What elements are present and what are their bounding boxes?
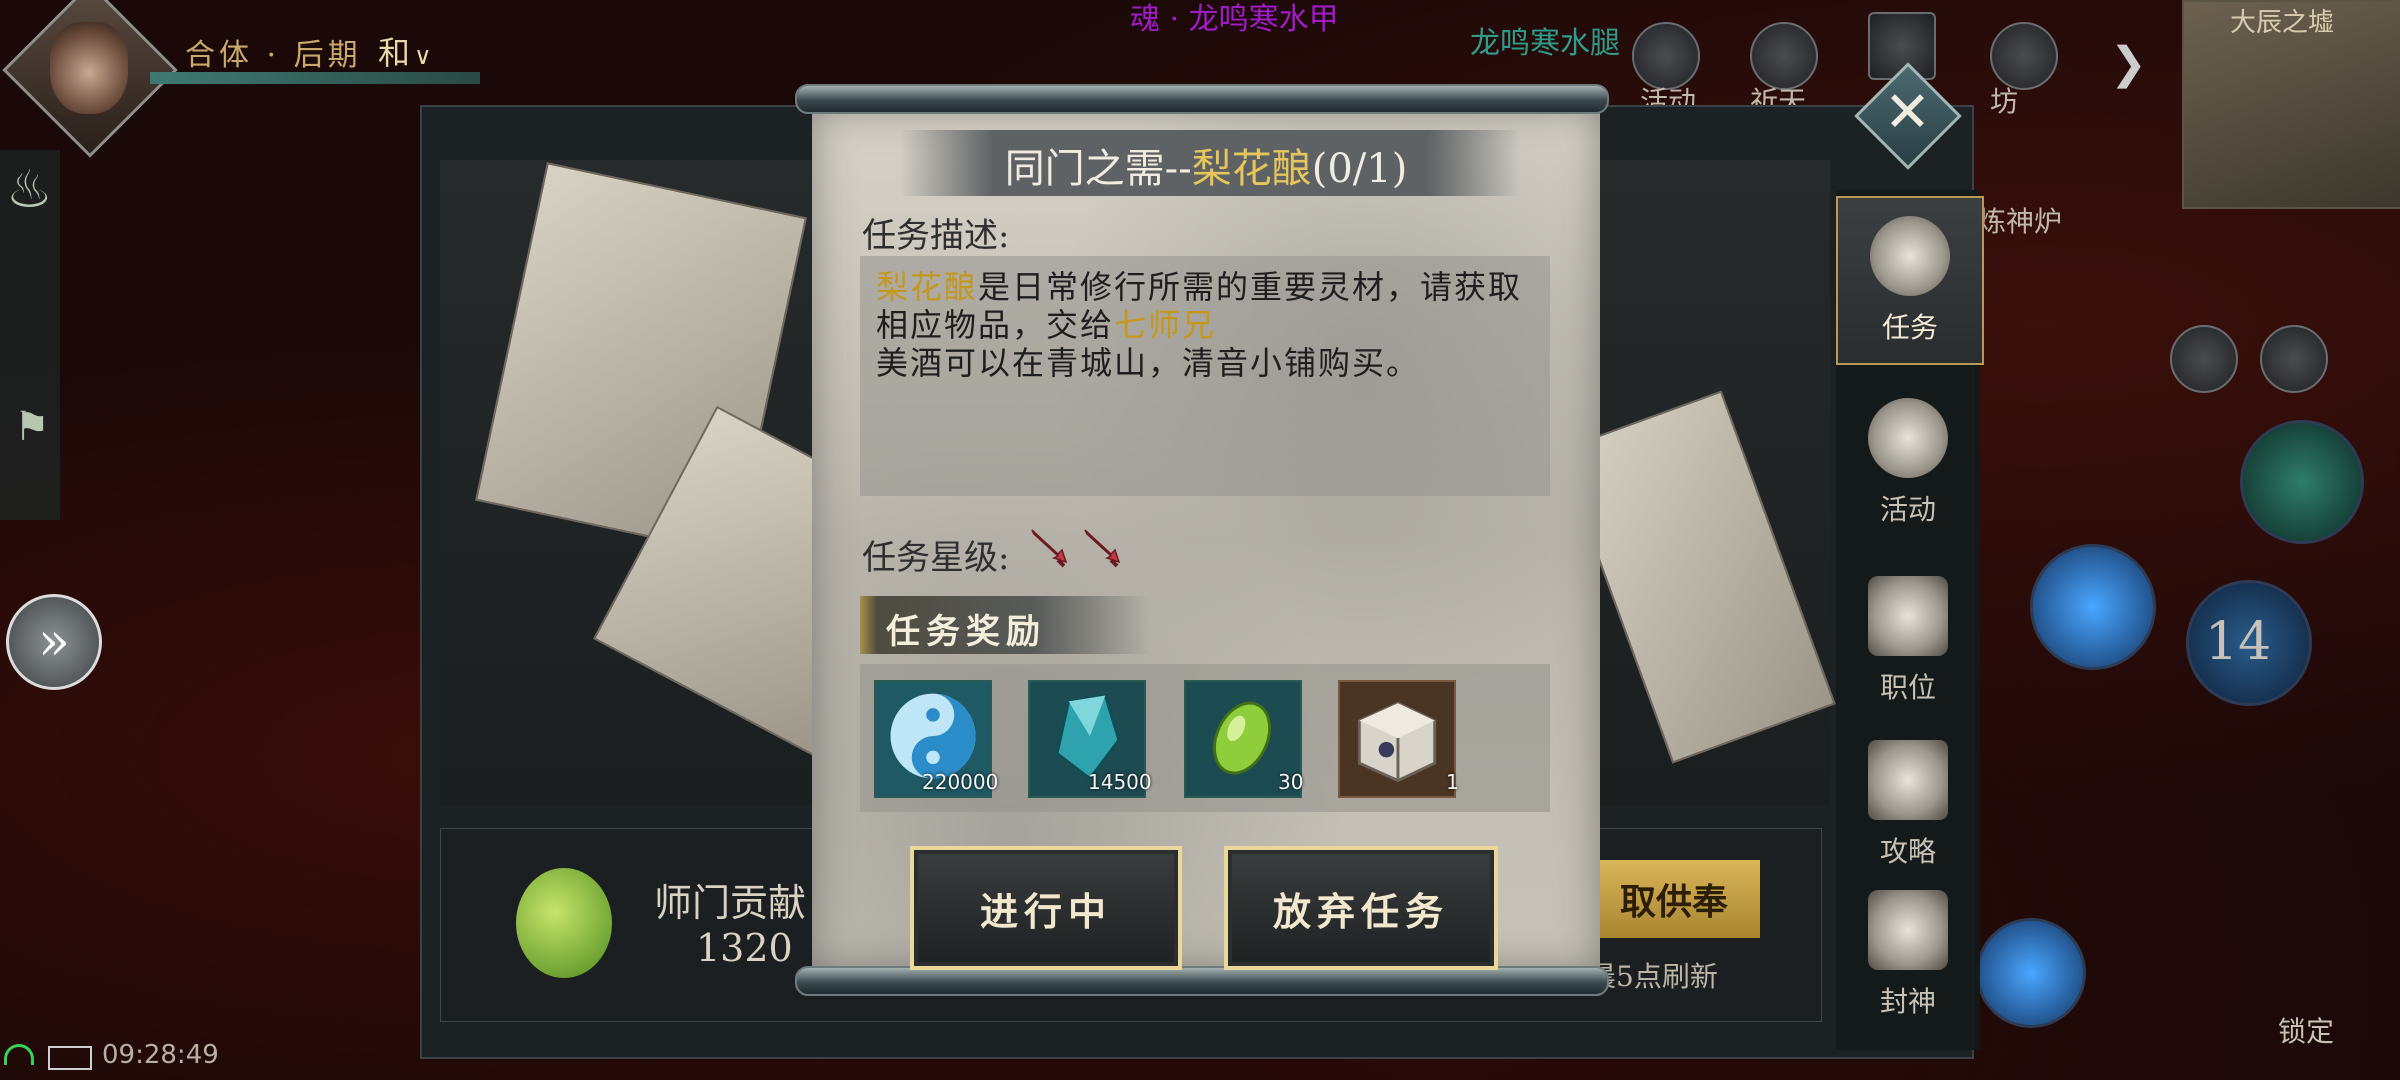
skill-cooldown: 14 bbox=[2205, 612, 2272, 672]
reward-item-4[interactable] bbox=[1338, 680, 1456, 798]
task-icon bbox=[1870, 215, 1950, 296]
flag-icon[interactable]: ⚑ bbox=[14, 404, 50, 450]
tab-activity-label: 活动 bbox=[1879, 492, 1936, 526]
taiji-skill-button[interactable] bbox=[2240, 420, 2364, 544]
in-progress-button[interactable]: 进行中 bbox=[910, 846, 1182, 970]
skill-button-1[interactable] bbox=[2030, 544, 2156, 670]
reward-label: 任务奖励 bbox=[886, 612, 1046, 652]
position-icon bbox=[1868, 575, 1948, 656]
tab-guide[interactable]: 攻略 bbox=[1836, 722, 1980, 887]
furnace-label: 炼神炉 bbox=[1978, 205, 2063, 238]
abandon-task-button[interactable]: 放弃任务 bbox=[1224, 846, 1498, 970]
guide-icon bbox=[1868, 739, 1948, 820]
tab-activity[interactable]: 活动 bbox=[1836, 380, 1980, 545]
battery-icon bbox=[48, 1046, 92, 1070]
reward-count-1: 220000 bbox=[922, 770, 999, 794]
scroll-rod-top bbox=[795, 84, 1609, 114]
contribution-icon bbox=[516, 868, 612, 978]
star-rating bbox=[1028, 526, 1129, 574]
player-realm: 合体 · 后期 bbox=[185, 38, 362, 73]
title-item-name: 梨花酿 bbox=[1191, 146, 1312, 192]
expand-chat-button[interactable]: » bbox=[6, 594, 102, 690]
equipment-title: 魂 · 龙鸣寒水甲 bbox=[1130, 2, 1339, 37]
minimap-title: 大辰之墟 bbox=[2230, 8, 2335, 38]
deify-icon bbox=[1868, 889, 1948, 970]
equipment-title-2: 龙鸣寒水腿 bbox=[1470, 26, 1620, 61]
player-avatar[interactable] bbox=[50, 22, 128, 114]
lock-target-label[interactable]: 锁定 bbox=[2278, 1010, 2334, 1050]
task-description: 梨花酿是日常修行所需的重要灵材，请获取相应物品，交给七师兄 美酒可以在青城山，清音… bbox=[876, 268, 1523, 382]
desc-label: 任务描述: bbox=[862, 216, 1010, 256]
npc-link[interactable]: 七师兄 bbox=[1114, 306, 1216, 344]
tab-deify[interactable]: 封神 bbox=[1836, 872, 1980, 1037]
tab-guide-label: 攻略 bbox=[1879, 834, 1936, 868]
tab-task-label: 任务 bbox=[1881, 310, 1938, 344]
reward-count-3: 30 bbox=[1278, 770, 1304, 794]
scroll-rod-bottom bbox=[795, 966, 1609, 996]
sword-star-icon bbox=[1031, 529, 1068, 568]
tab-task[interactable]: 任务 bbox=[1836, 196, 1984, 365]
double-chevron-icon: » bbox=[38, 612, 70, 672]
sword-star-icon bbox=[1084, 529, 1121, 568]
clock: 09:28:49 bbox=[102, 1040, 219, 1070]
star-label: 任务星级: bbox=[862, 538, 1010, 578]
tab-position-label: 职位 bbox=[1879, 670, 1936, 704]
tab-position[interactable]: 职位 bbox=[1836, 558, 1980, 723]
skill-button-3[interactable] bbox=[1976, 918, 2086, 1028]
target-icon[interactable] bbox=[2260, 325, 2328, 393]
wifi-icon bbox=[4, 1044, 34, 1065]
contribution-label: 师门贡献 bbox=[654, 881, 807, 925]
title-progress: (0/1) bbox=[1311, 146, 1408, 192]
expand-arrow-icon[interactable]: ❯ bbox=[2110, 38, 2147, 89]
chevron-down-icon[interactable]: ∨ bbox=[414, 42, 432, 70]
workshop-label: 坊 bbox=[1990, 85, 2019, 118]
reward-count-2: 14500 bbox=[1088, 770, 1152, 794]
player-name[interactable]: 和 ∨ bbox=[378, 28, 432, 74]
contribution-value: 1320 bbox=[696, 926, 793, 970]
back-arrow-icon[interactable] bbox=[2170, 325, 2238, 393]
quest-tracker-icon[interactable]: ♨ bbox=[6, 160, 53, 220]
activity-icon bbox=[1868, 397, 1948, 478]
close-icon[interactable]: ✕ bbox=[1884, 80, 1931, 145]
reward-count-4: 1 bbox=[1446, 770, 1459, 794]
hp-bar bbox=[150, 72, 480, 84]
claim-offering-button[interactable]: 取供奉 bbox=[1588, 860, 1760, 938]
item-box-icon bbox=[1357, 701, 1437, 783]
dialog-title: 同门之需--梨花酿(0/1) bbox=[1004, 146, 1408, 192]
tab-deify-label: 封神 bbox=[1879, 984, 1936, 1018]
